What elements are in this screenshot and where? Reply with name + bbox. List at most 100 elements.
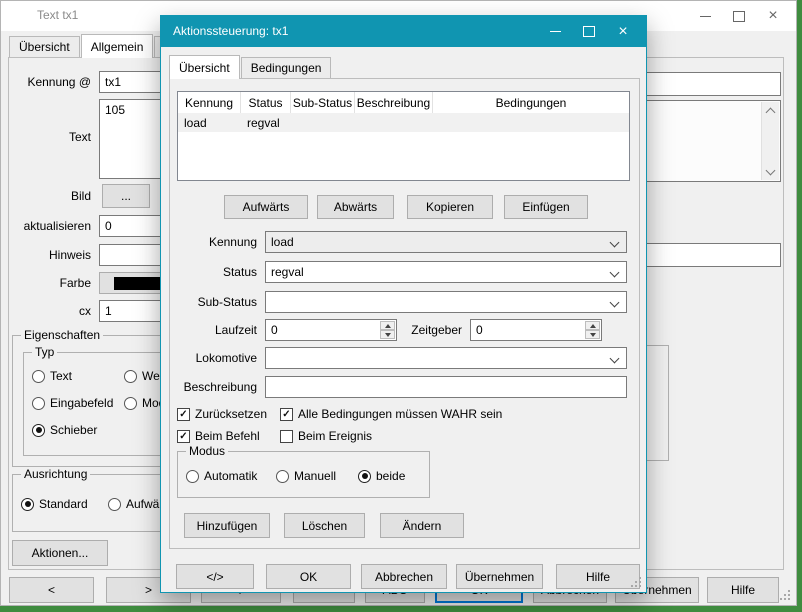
kopieren-button[interactable]: Kopieren	[407, 195, 493, 219]
minimize-icon	[700, 16, 711, 17]
actions-table: Kennung Status Sub-Status Beschreibung B…	[177, 91, 630, 181]
lokomotive-combobox[interactable]	[265, 347, 627, 369]
checkbox-zuruecksetzen[interactable]: ✓Zurücksetzen	[177, 407, 267, 421]
radio-icon	[32, 370, 45, 383]
table-row[interactable]: load regval	[178, 113, 629, 132]
arrow-up-icon	[385, 324, 391, 328]
sub-status-combobox[interactable]	[265, 291, 627, 313]
radio-typ-eingabefeld[interactable]: Eingabefeld	[32, 396, 113, 410]
checkbox-icon: ✓	[177, 430, 190, 443]
spin-down-button[interactable]	[585, 330, 600, 339]
dialog-window: Aktionssteuerung: tx1 × Übersicht Beding…	[160, 15, 647, 593]
bg-prev-button[interactable]: <	[9, 577, 94, 603]
radio-icon	[32, 397, 45, 410]
dialog-maximize-button[interactable]	[572, 16, 606, 47]
abwaerts-button[interactable]: Abwärts	[317, 195, 394, 219]
close-icon: ×	[618, 24, 627, 40]
radio-icon	[186, 470, 199, 483]
dialog-close-button[interactable]: ×	[606, 16, 640, 47]
vertical-scrollbar[interactable]	[761, 102, 779, 180]
radio-icon	[358, 470, 371, 483]
dialog-tab-bedingungen[interactable]: Bedingungen	[241, 57, 332, 78]
spin-up-button[interactable]	[585, 321, 600, 330]
dialog-code-button[interactable]: </>	[176, 564, 254, 589]
radio-icon	[276, 470, 289, 483]
bild-browse-button[interactable]: ...	[102, 184, 150, 208]
scroll-up-button[interactable]	[762, 102, 779, 119]
column-header[interactable]: Kennung	[178, 92, 241, 113]
farbe-label: Farbe	[11, 276, 91, 290]
aufwaerts-button[interactable]: Aufwärts	[224, 195, 308, 219]
column-header[interactable]: Beschreibung	[355, 92, 433, 113]
bg-hilfe-button[interactable]: Hilfe	[707, 577, 779, 603]
checkbox-icon: ✓	[177, 408, 190, 421]
checkbox-alle-bedingungen[interactable]: ✓Alle Bedingungen müssen WAHR sein	[280, 407, 502, 421]
chevron-down-icon	[610, 238, 620, 248]
zeitgeber-label: Zeitgeber	[392, 323, 462, 337]
dialog-tab-uebersicht[interactable]: Übersicht	[169, 55, 240, 79]
column-header[interactable]: Bedingungen	[433, 92, 629, 113]
laufzeit-spinner[interactable]: 0	[265, 319, 397, 341]
loeschen-button[interactable]: Löschen	[284, 513, 365, 538]
aktionen-button[interactable]: Aktionen...	[12, 540, 108, 566]
dialog-uebernehmen-button[interactable]: Übernehmen	[456, 564, 543, 589]
kennung-label: Kennung	[170, 235, 257, 249]
minimize-button[interactable]	[688, 1, 722, 31]
einfuegen-button[interactable]: Einfügen	[504, 195, 588, 219]
radio-typ-schieber[interactable]: Schieber	[32, 423, 97, 437]
checkbox-beim-befehl[interactable]: ✓Beim Befehl	[177, 429, 260, 443]
radio-modus-manuell[interactable]: Manuell	[276, 469, 336, 483]
chevron-down-icon	[610, 268, 620, 278]
status-label: Status	[170, 265, 257, 279]
checkbox-icon	[280, 430, 293, 443]
radio-icon	[21, 498, 34, 511]
zeitgeber-spinner[interactable]: 0	[470, 319, 602, 341]
text-label: Text	[11, 130, 91, 144]
bild-label: Bild	[11, 189, 91, 203]
checkbox-beim-ereignis[interactable]: Beim Ereignis	[280, 429, 372, 443]
radio-ausrichtung-standard[interactable]: Standard	[21, 497, 88, 511]
kennung-label: Kennung @	[11, 75, 91, 89]
maximize-button[interactable]	[722, 1, 756, 31]
radio-modus-automatik[interactable]: Automatik	[186, 469, 257, 483]
dialog-titlebar[interactable]: Aktionssteuerung: tx1 ×	[161, 16, 646, 47]
bg-tab-allgemein[interactable]: Allgemein	[81, 34, 154, 58]
arrow-up-icon	[590, 324, 596, 328]
dialog-resize-grip[interactable]	[639, 577, 641, 579]
aendern-button[interactable]: Ändern	[380, 513, 464, 538]
chevron-down-icon	[610, 354, 620, 364]
aktualisieren-label: aktualisieren	[11, 219, 91, 233]
close-button[interactable]: ×	[756, 1, 790, 31]
lokomotive-label: Lokomotive	[170, 351, 257, 365]
beschreibung-input[interactable]	[265, 376, 627, 398]
scroll-down-button[interactable]	[762, 163, 779, 180]
kennung-combobox[interactable]: load	[265, 231, 627, 253]
dialog-hilfe-button[interactable]: Hilfe	[556, 564, 640, 589]
arrow-down-icon	[385, 333, 391, 337]
sub-status-label: Sub-Status	[170, 295, 257, 309]
status-combobox[interactable]: regval	[265, 261, 627, 283]
hinzufuegen-button[interactable]: Hinzufügen	[184, 513, 270, 538]
checkbox-icon: ✓	[280, 408, 293, 421]
chevron-down-icon	[766, 165, 776, 175]
radio-typ-text[interactable]: Text	[32, 369, 72, 383]
dialog-ok-button[interactable]: OK	[266, 564, 351, 589]
dialog-abbrechen-button[interactable]: Abbrechen	[361, 564, 447, 589]
laufzeit-label: Laufzeit	[170, 323, 257, 337]
chevron-up-icon	[766, 107, 776, 117]
modus-group: Modus Automatik Manuell beide	[177, 451, 430, 498]
radio-icon	[108, 498, 121, 511]
bg-resize-grip[interactable]	[788, 590, 790, 592]
radio-icon	[124, 370, 137, 383]
dialog-minimize-button[interactable]	[538, 16, 572, 47]
cx-label: cx	[11, 304, 91, 318]
radio-modus-beide[interactable]: beide	[358, 469, 405, 483]
close-icon: ×	[768, 8, 777, 24]
column-header[interactable]: Sub-Status	[291, 92, 355, 113]
beschreibung-label: Beschreibung	[170, 380, 257, 394]
column-header[interactable]: Status	[241, 92, 291, 113]
arrow-down-icon	[590, 333, 596, 337]
table-header-row: Kennung Status Sub-Status Beschreibung B…	[178, 92, 629, 113]
modus-legend: Modus	[186, 444, 228, 458]
bg-tab-uebersicht[interactable]: Übersicht	[9, 36, 80, 57]
